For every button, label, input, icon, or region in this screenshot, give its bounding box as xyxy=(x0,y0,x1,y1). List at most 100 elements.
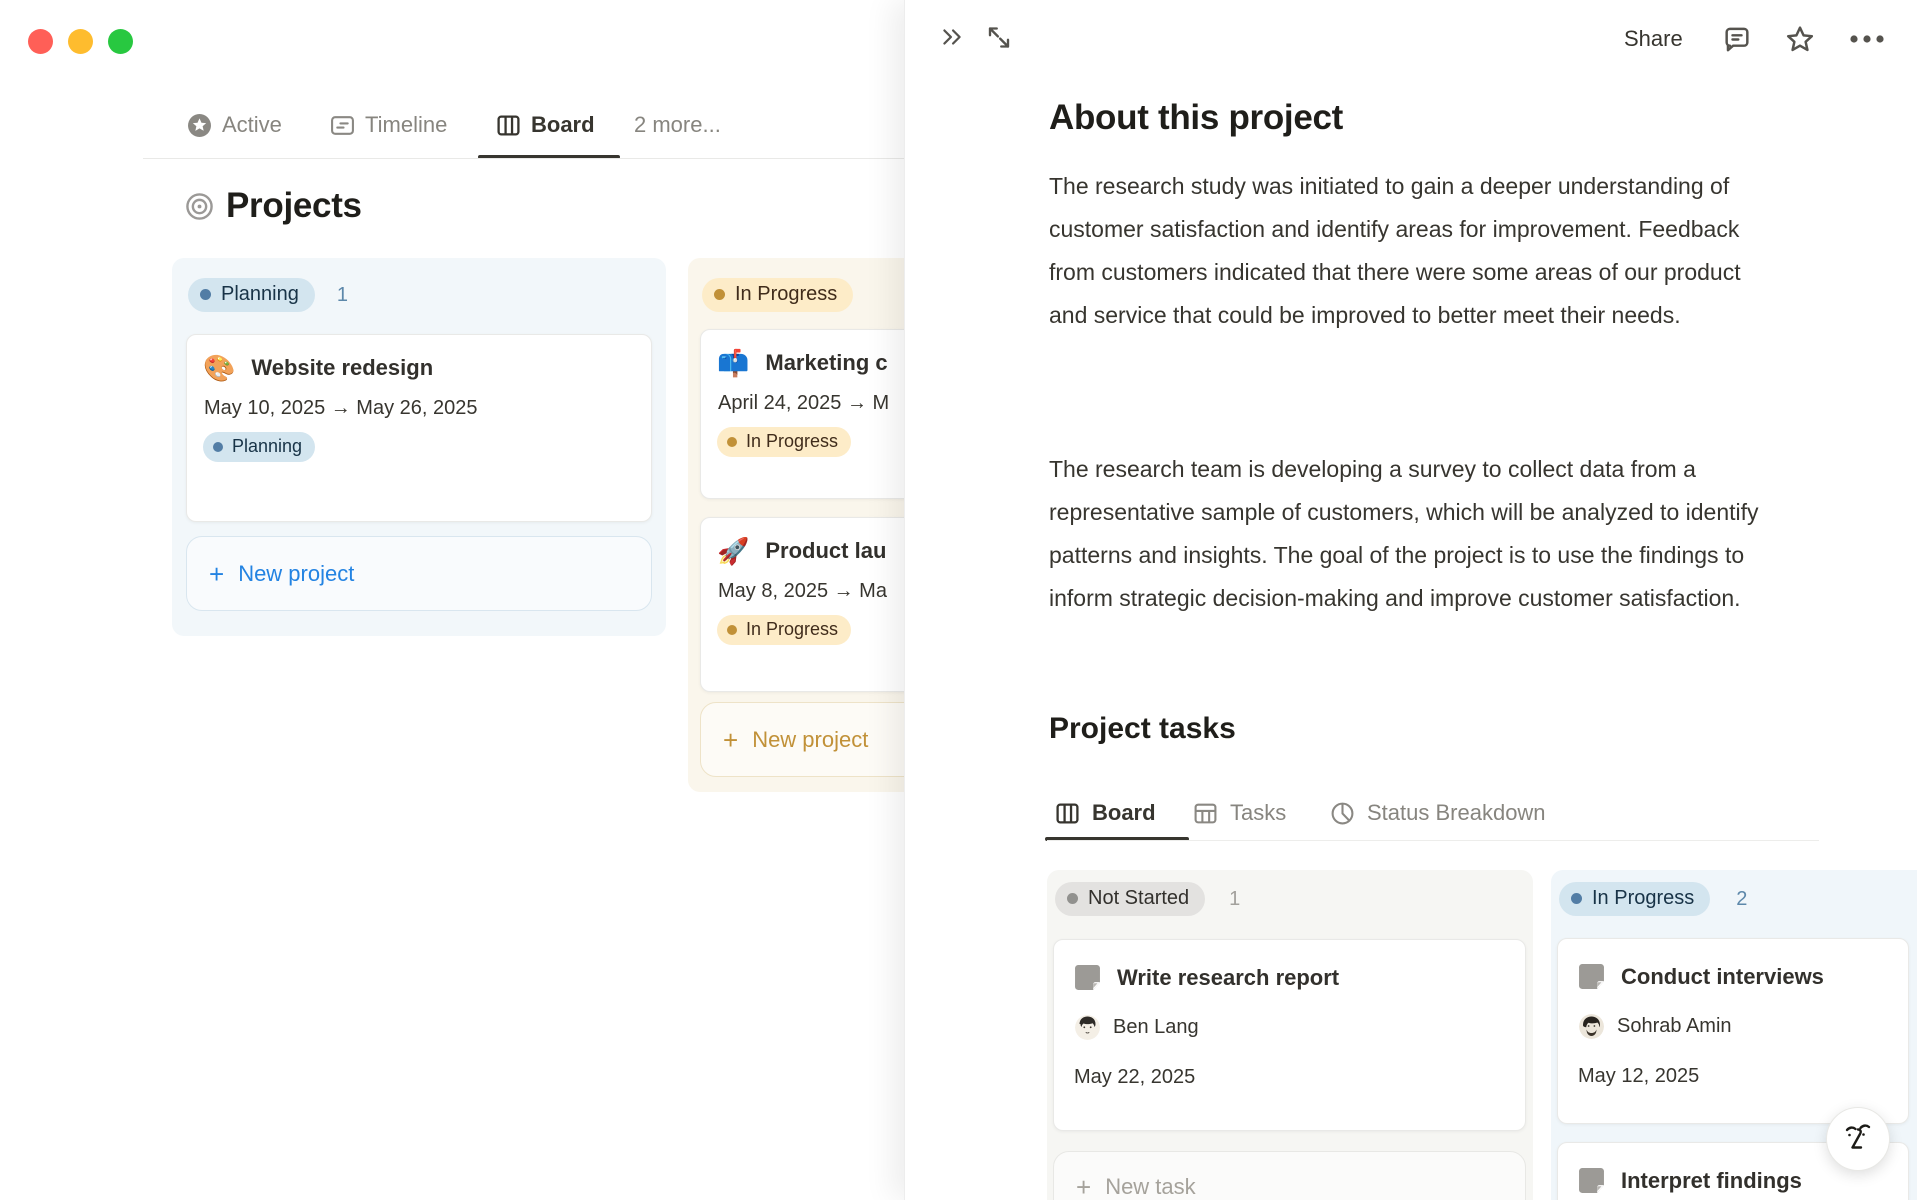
new-project-label: New project xyxy=(752,726,869,752)
new-project-button[interactable]: + New project xyxy=(186,536,652,611)
ai-assistant-button[interactable] xyxy=(1826,1107,1890,1171)
tab-label: Active xyxy=(222,112,282,137)
about-heading: About this project xyxy=(1049,98,1344,137)
status-tag: In Progress xyxy=(717,427,852,457)
new-task-label: New task xyxy=(1105,1174,1196,1199)
tabs-divider xyxy=(143,158,904,159)
tab-timeline[interactable]: Timeline xyxy=(330,112,447,138)
status-dot xyxy=(727,624,737,635)
card-title: Write research report xyxy=(1117,964,1340,990)
column-header-pill-not-started[interactable]: Not Started xyxy=(1055,882,1206,916)
tab-more-views[interactable]: 2 more... xyxy=(634,112,721,138)
task-card-write-research-report[interactable]: Write research report Ben Lang May 22, 2… xyxy=(1053,939,1526,1131)
page-title-text: Projects xyxy=(226,186,362,225)
status-dot xyxy=(1571,893,1582,904)
column-header-pill-in-progress[interactable]: In Progress xyxy=(702,278,854,312)
tabs-divider xyxy=(1047,840,1819,841)
column-name: Not Started xyxy=(1088,887,1190,909)
column-count: 1 xyxy=(1229,887,1241,910)
expand-page-icon[interactable] xyxy=(985,24,1013,56)
status-dot xyxy=(727,436,737,447)
column-count: 1 xyxy=(336,283,348,306)
side-peek-panel: Share About this project The research st… xyxy=(904,0,1920,1200)
plus-icon: + xyxy=(209,558,225,589)
status-tag: Planning xyxy=(203,432,316,462)
window-controls xyxy=(28,29,133,54)
status-dot xyxy=(714,289,725,300)
card-title: Product lau xyxy=(765,538,887,563)
card-date-range: May 10, 2025 → May 26, 2025 xyxy=(204,397,478,419)
card-date: May 12, 2025 xyxy=(1578,1065,1700,1087)
status-dot xyxy=(213,441,223,452)
close-window-button[interactable] xyxy=(28,29,53,54)
share-button[interactable]: Share xyxy=(1624,26,1683,52)
card-title: Interpret findings xyxy=(1621,1167,1802,1193)
column-name: Planning xyxy=(221,283,299,305)
note-icon xyxy=(1074,964,1101,991)
status-tag: In Progress xyxy=(717,615,852,645)
notion-window: Active Timeline Board 2 more... Projects xyxy=(0,0,1920,1200)
column-header-pill-in-progress[interactable]: In Progress xyxy=(1559,882,1711,916)
note-icon xyxy=(1578,963,1605,990)
card-title: Conduct interviews xyxy=(1621,963,1824,989)
status-tag-label: Planning xyxy=(232,436,303,456)
zoom-window-button[interactable] xyxy=(108,29,133,54)
rocket-emoji-icon: 🚀 xyxy=(717,536,750,566)
note-icon xyxy=(1578,1167,1605,1194)
pie-chart-icon xyxy=(1330,801,1355,826)
ai-face-icon xyxy=(1845,1124,1871,1149)
status-dot xyxy=(1067,893,1078,904)
assignee-name: Sohrab Amin xyxy=(1617,1015,1732,1037)
close-side-peek-icon[interactable] xyxy=(938,24,966,55)
column-header-pill-planning[interactable]: Planning xyxy=(188,278,315,312)
board-column-planning: Planning 1 🎨 Website redesign May 10, 20… xyxy=(172,258,666,636)
bullseye-icon xyxy=(185,192,214,221)
tab-label: Status Breakdown xyxy=(1367,800,1546,825)
tab-active[interactable]: Active xyxy=(187,112,282,138)
tab-board[interactable]: Board xyxy=(496,112,595,138)
star-circle-icon xyxy=(187,113,212,138)
status-tag-label: In Progress xyxy=(746,619,839,639)
plus-icon: + xyxy=(1076,1172,1092,1200)
mailbox-emoji-icon: 📫 xyxy=(717,348,750,378)
tab-label: Board xyxy=(531,112,595,137)
tab-tasks-table[interactable]: Tasks xyxy=(1193,800,1286,826)
task-card-conduct-interviews[interactable]: Conduct interviews Sohrab Amin May 12, 2… xyxy=(1557,938,1909,1124)
tab-status-breakdown[interactable]: Status Breakdown xyxy=(1330,800,1546,826)
avatar-sohrab-amin xyxy=(1579,1014,1604,1039)
minimize-window-button[interactable] xyxy=(68,29,93,54)
projects-view-tabs: Active Timeline Board 2 more... xyxy=(0,108,904,164)
card-title: Website redesign xyxy=(251,355,434,380)
timeline-icon xyxy=(330,113,355,138)
comments-icon[interactable] xyxy=(1721,25,1753,61)
status-dot xyxy=(200,289,211,300)
tab-label: Board xyxy=(1092,800,1156,825)
favorite-star-icon[interactable] xyxy=(1783,23,1817,61)
new-task-button[interactable]: + New task xyxy=(1053,1151,1526,1200)
column-name: In Progress xyxy=(735,283,838,305)
about-paragraph-2: The research team is developing a survey… xyxy=(1049,456,1759,611)
about-paragraph-1: The research study was initiated to gain… xyxy=(1049,173,1741,328)
project-card-website-redesign[interactable]: 🎨 Website redesign May 10, 2025 → May 26… xyxy=(186,334,652,522)
more-options-icon[interactable] xyxy=(1849,32,1885,50)
column-name: In Progress xyxy=(1592,887,1695,909)
tab-label: Timeline xyxy=(365,112,448,137)
tasks-heading: Project tasks xyxy=(1049,712,1236,745)
tasks-column-not-started: Not Started 1 Write research report Ben … xyxy=(1047,870,1533,1200)
tab-tasks-board[interactable]: Board xyxy=(1055,800,1156,826)
card-title: Marketing c xyxy=(765,350,888,375)
tab-label: Tasks xyxy=(1230,800,1287,825)
new-project-label: New project xyxy=(238,560,355,586)
plus-icon: + xyxy=(723,724,739,755)
palette-emoji-icon: 🎨 xyxy=(203,353,236,383)
card-date: May 22, 2025 xyxy=(1074,1066,1196,1088)
page-title: Projects xyxy=(185,186,362,226)
table-icon xyxy=(1193,801,1218,826)
board-icon xyxy=(1055,801,1080,826)
assignee-name: Ben Lang xyxy=(1113,1016,1199,1038)
column-count: 2 xyxy=(1736,887,1748,910)
status-tag-label: In Progress xyxy=(746,431,839,451)
tab-label: 2 more... xyxy=(634,112,721,137)
board-icon xyxy=(496,113,521,138)
avatar-ben-lang xyxy=(1075,1015,1100,1040)
